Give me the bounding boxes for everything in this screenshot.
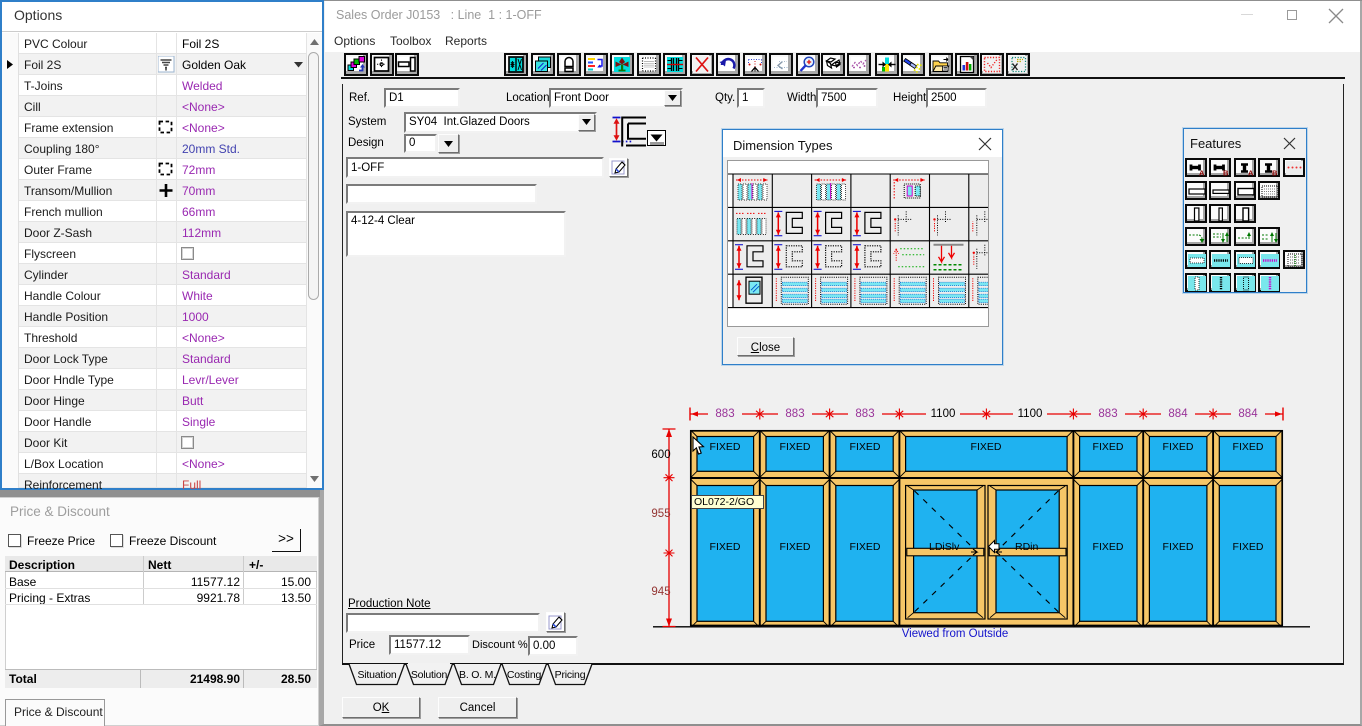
- svg-text:A: A: [1248, 168, 1254, 177]
- svg-text:A: A: [1199, 168, 1205, 177]
- svg-text:B: B: [1272, 168, 1278, 177]
- svg-text:B: B: [1223, 168, 1229, 177]
